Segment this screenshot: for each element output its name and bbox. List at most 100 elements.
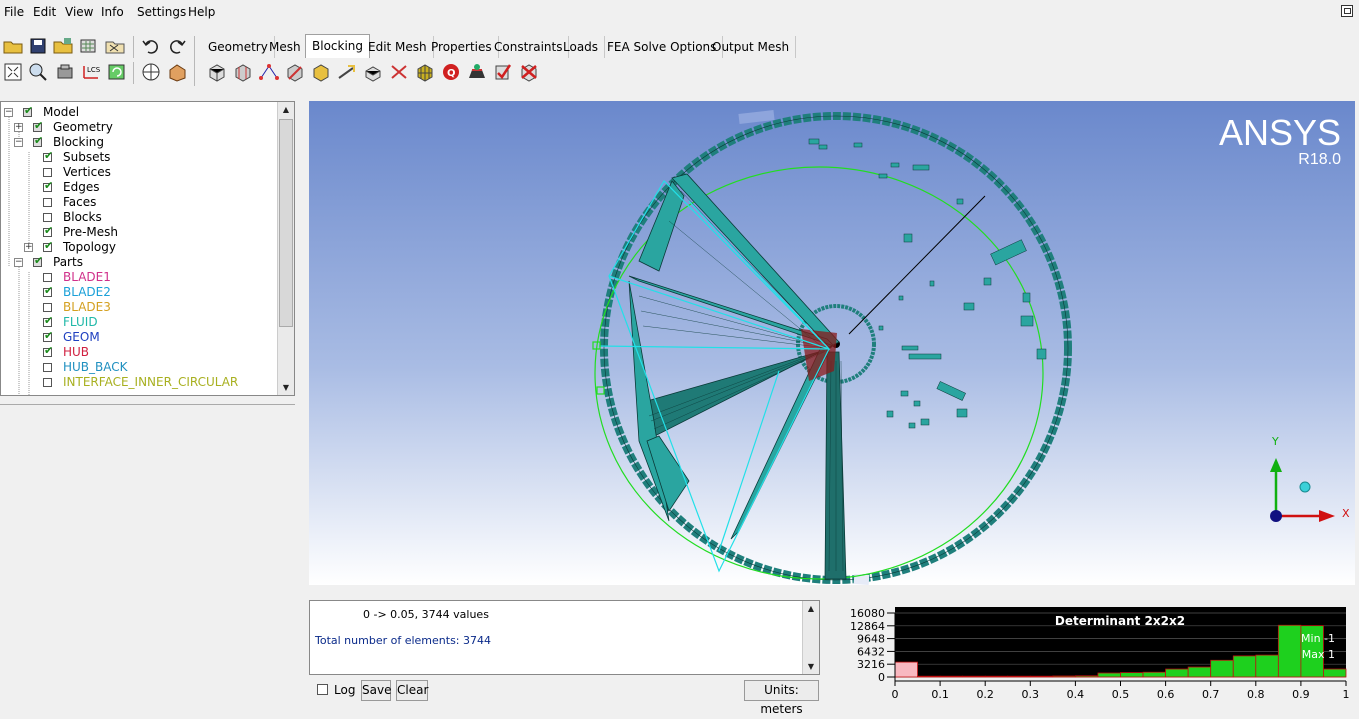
collapse-icon[interactable]: − [14,258,23,267]
measure-icon[interactable] [55,62,77,82]
menu-edit[interactable]: Edit [33,5,56,19]
visibility-checkbox[interactable] [33,119,43,132]
x-tick-label: 0.3 [1022,688,1040,701]
visibility-checkbox[interactable] [43,213,52,222]
visibility-checkbox[interactable] [43,149,53,162]
histogram-bar [1187,666,1212,678]
visibility-checkbox[interactable] [43,198,52,207]
merge-vertices-icon[interactable] [258,62,280,82]
message-scrollbar[interactable]: ▲ ▼ [802,601,819,674]
expand-icon[interactable]: + [14,123,23,132]
associate-icon[interactable] [310,62,332,82]
svg-text:LCS: LCS [87,66,101,74]
tree-item-label: Subsets [63,150,111,164]
scroll-down-icon[interactable]: ▼ [804,659,818,674]
visibility-checkbox[interactable] [43,168,52,177]
scroll-up-icon[interactable]: ▲ [804,601,818,616]
clear-button[interactable]: Clear [396,680,428,701]
transform-blocks-icon[interactable] [362,62,384,82]
wireframe-display-icon[interactable] [166,62,188,82]
svg-text:Q: Q [447,68,456,79]
histogram-bar [962,675,986,678]
save-button[interactable]: Save [361,680,391,701]
create-block-icon[interactable] [206,62,228,82]
close-project-icon[interactable] [104,36,126,56]
refresh-icon[interactable] [106,62,128,82]
histogram-bar [1255,654,1279,678]
tab-blocking[interactable]: Blocking [305,34,371,58]
menu-file[interactable]: File [4,5,24,19]
tree-item-label: BLADE2 [63,285,111,299]
tab-output-mesh[interactable]: Output Mesh [706,36,797,58]
scroll-down-icon[interactable]: ▼ [279,380,293,395]
tree-item-label: Vertices [63,165,111,179]
x-tick-label: 0.8 [1247,688,1265,701]
block-checks-icon[interactable] [492,62,514,82]
visibility-checkbox[interactable] [43,224,53,237]
visibility-checkbox[interactable] [33,254,43,267]
units-button[interactable]: Units: meters [744,680,819,716]
solid-display-icon[interactable] [140,62,162,82]
x-tick-label: 0.2 [976,688,994,701]
tree-scrollbar[interactable]: ▲ ▼ [277,102,294,395]
collapse-icon[interactable]: − [14,138,23,147]
open-icon[interactable] [2,36,24,56]
pre-mesh-params-icon[interactable] [414,62,436,82]
visibility-checkbox[interactable] [43,314,53,327]
open-project-icon[interactable] [52,36,74,56]
redo-icon[interactable] [166,36,188,56]
collapse-icon[interactable]: − [4,108,13,117]
visibility-checkbox[interactable] [43,329,53,342]
save-icon[interactable] [27,36,49,56]
brand-logo: ANSYS R18.0 [1219,115,1341,169]
visibility-checkbox[interactable] [43,239,53,252]
tab-edit-mesh[interactable]: Edit Mesh [362,36,434,58]
graphics-viewport[interactable]: ANSYS R18.0 Y X [309,101,1355,585]
visibility-checkbox[interactable] [33,134,43,147]
lcs-icon[interactable]: LCS [80,62,102,82]
tree-item-label: INTERFACE_INNER_CIRCULAR [63,375,239,389]
visibility-checkbox[interactable] [43,378,52,387]
visibility-checkbox[interactable] [43,284,53,297]
axis-x-label: X [1342,507,1350,520]
split-block-icon[interactable] [232,62,254,82]
undo-icon[interactable] [140,36,162,56]
visibility-checkbox[interactable] [43,363,52,372]
visibility-checkbox[interactable] [43,303,52,312]
move-vertex-icon[interactable] [336,62,358,82]
tree-item-label: Blocks [63,210,102,224]
expand-icon[interactable]: + [24,243,33,252]
edit-edge-icon[interactable] [388,62,410,82]
pre-mesh-quality-icon[interactable]: Q [440,62,462,82]
brand-name: ANSYS [1218,112,1341,153]
quality-histogram[interactable]: 160801286496486432321600 0.1 0.2 0.3 0.4 0.5 0… [848,605,1353,703]
log-checkbox[interactable] [317,684,328,695]
histogram-title: Determinant 2x2x2 [1055,614,1185,628]
visibility-checkbox[interactable] [43,179,53,192]
y-tick-label: 0 [878,671,885,684]
menu-view[interactable]: View [65,5,93,19]
scroll-up-icon[interactable]: ▲ [279,102,293,117]
visibility-checkbox[interactable] [43,273,52,282]
visibility-checkbox[interactable] [23,104,33,117]
histogram-bar [1277,624,1302,678]
save-project-icon[interactable] [78,36,100,56]
menu-help[interactable]: Help [188,5,215,19]
menu-info[interactable]: Info [101,5,124,19]
delete-block-icon[interactable] [518,62,540,82]
tab-loads[interactable]: Loads [557,36,606,58]
mesh-fragments [808,138,1047,429]
menu-settings[interactable]: Settings [137,5,186,19]
edit-block-icon[interactable] [284,62,306,82]
pre-mesh-smooth-icon[interactable] [466,62,488,82]
scroll-thumb[interactable] [279,119,293,327]
zoom-icon[interactable] [27,62,49,82]
restore-window-icon[interactable] [1341,5,1353,17]
histogram-bar [939,675,964,678]
tab-mesh[interactable]: Mesh [263,36,308,58]
x-tick-label: 0.9 [1292,688,1310,701]
visibility-checkbox[interactable] [43,344,53,357]
tree-item-label: Parts [53,255,83,269]
log-label: Log [334,683,356,697]
fit-window-icon[interactable] [2,62,24,82]
